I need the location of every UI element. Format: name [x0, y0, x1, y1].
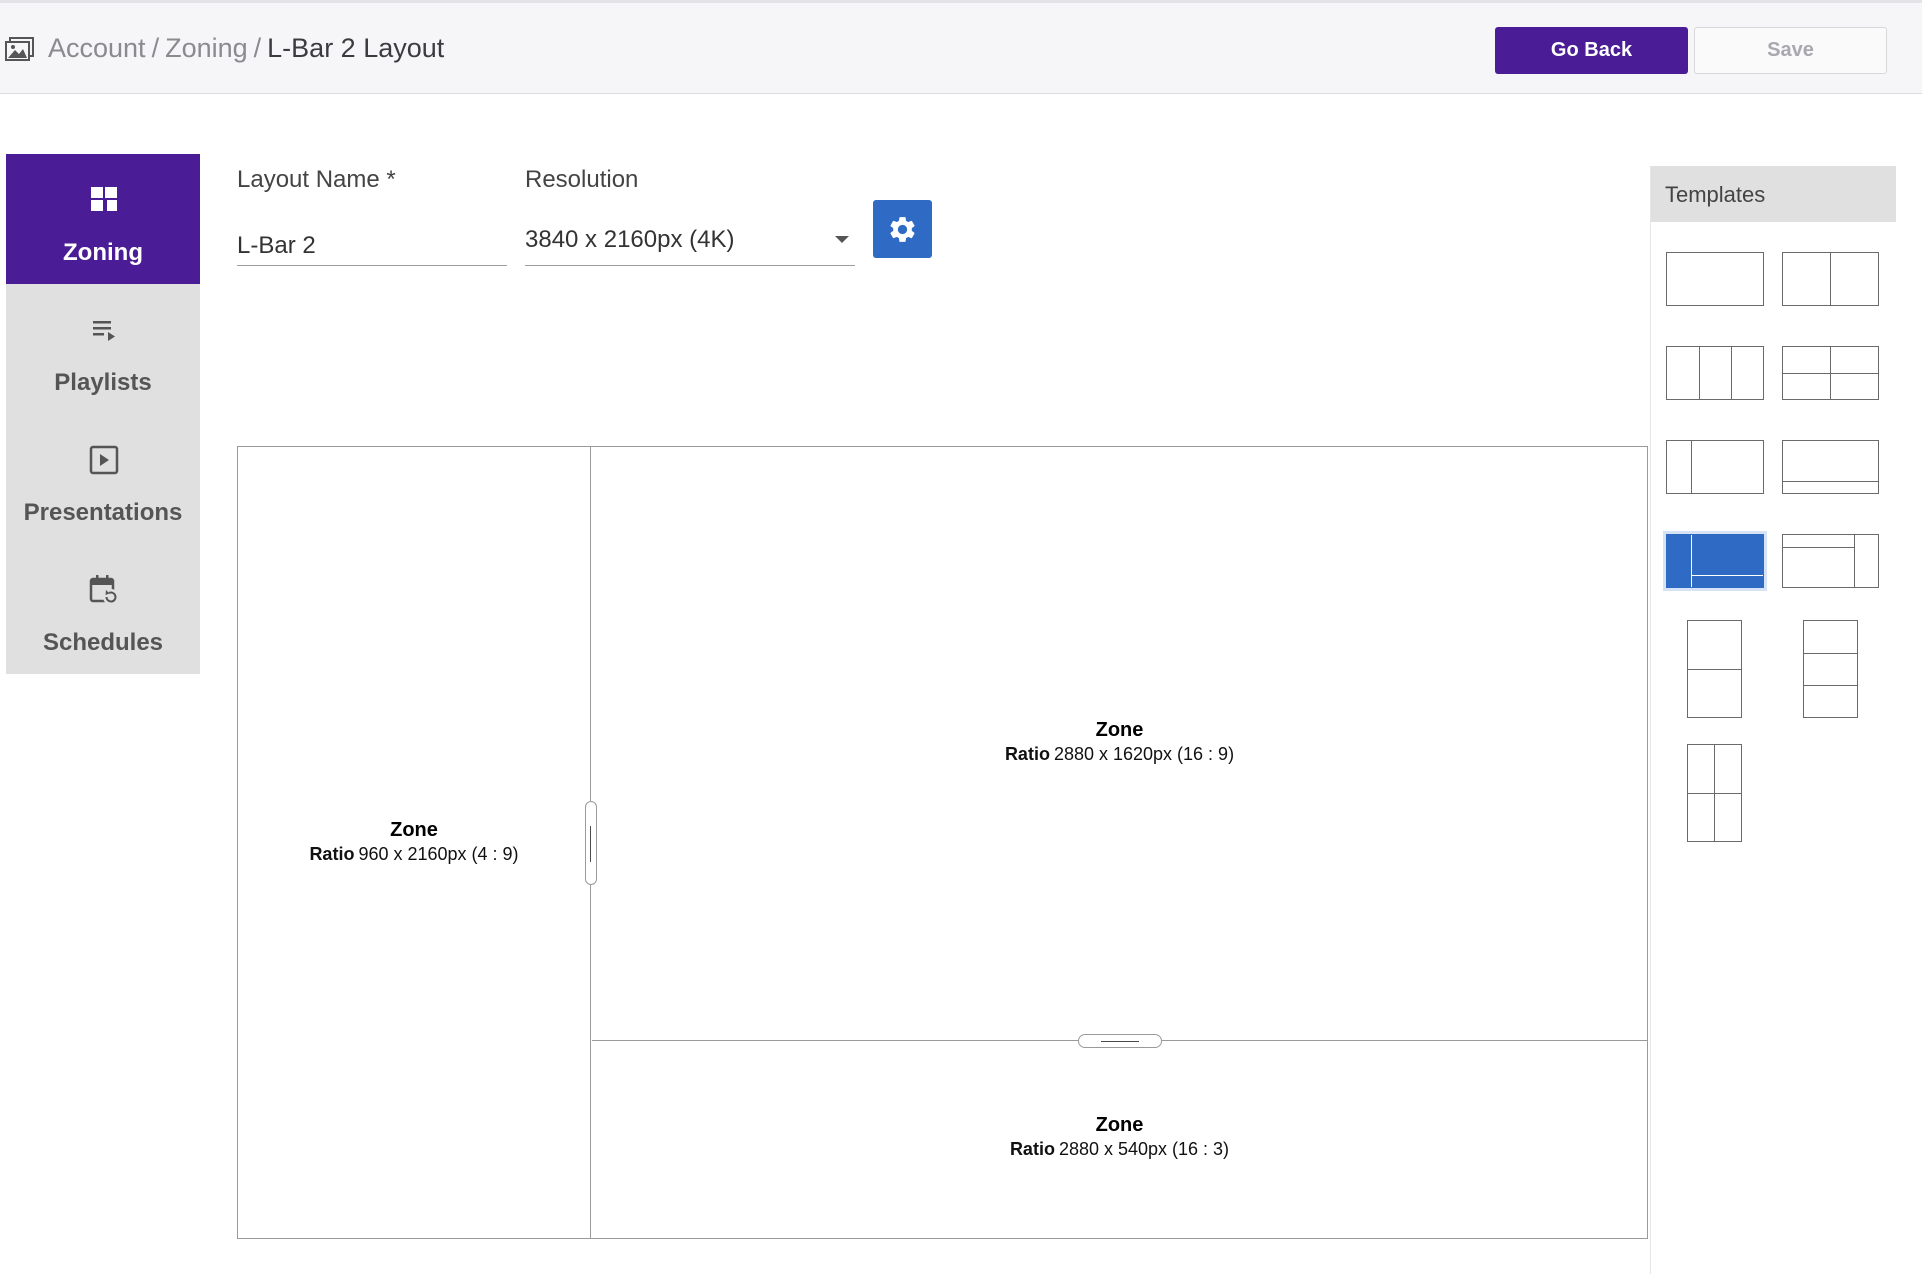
template-split-3-vertical[interactable] — [1666, 346, 1764, 400]
template-sidebar-left[interactable] — [1666, 440, 1764, 494]
vertical-resize-handle[interactable] — [585, 801, 597, 885]
save-button[interactable]: Save — [1694, 27, 1887, 74]
dashboard-icon — [91, 187, 117, 211]
zone-bottom[interactable]: Zone Ratio 2880 x 540px (16 : 3) — [592, 1042, 1647, 1238]
breadcrumb-current: L-Bar 2 Layout — [267, 33, 445, 63]
slideshow-icon — [89, 445, 119, 475]
chevron-down-icon — [835, 236, 849, 243]
nav-item-schedules[interactable]: Schedules — [6, 544, 200, 674]
template-footer-bar[interactable] — [1782, 440, 1879, 494]
nav-label: Zoning — [63, 239, 143, 266]
zone-ratio: Ratio 2880 x 1620px (16 : 9) — [592, 744, 1647, 765]
nav-label: Playlists — [54, 369, 152, 396]
templates-title: Templates — [1651, 166, 1896, 222]
zone-title: Zone — [390, 819, 438, 841]
top-bar: Account / Zoning / L-Bar 2 Layout Go Back Sa… — [0, 0, 1922, 94]
resolution-label: Resolution — [525, 166, 639, 193]
playlist-play-icon — [93, 321, 115, 341]
template-split-2-vertical[interactable] — [1782, 252, 1879, 306]
zone-left[interactable]: Zone Ratio 960 x 2160px (4 : 9) — [238, 447, 591, 1238]
nav-item-presentations[interactable]: Presentations — [6, 414, 200, 544]
zone-title: Zone — [1095, 1114, 1144, 1136]
resolution-select[interactable]: 3840 x 2160px (4K) — [525, 222, 855, 266]
ratio-value: 2880 x 540px (16 : 3) — [1058, 1139, 1230, 1159]
template-portrait-grid-2x2[interactable] — [1687, 744, 1742, 842]
go-back-button[interactable]: Go Back — [1495, 27, 1688, 74]
side-nav: Zoning Playlists Presentations Schedules — [6, 154, 200, 674]
ratio-value: 960 x 2160px (4 : 9) — [358, 844, 519, 864]
zone-ratio: Ratio 960 x 2160px (4 : 9) — [238, 844, 590, 865]
template-grid-2x2[interactable] — [1782, 346, 1879, 400]
nav-item-playlists[interactable]: Playlists — [6, 284, 200, 414]
template-portrait-split-3[interactable] — [1803, 620, 1858, 718]
ratio-value: 2880 x 1620px (16 : 9) — [1053, 744, 1235, 764]
resolution-value: 3840 x 2160px (4K) — [525, 226, 735, 253]
template-full[interactable] — [1666, 252, 1764, 306]
templates-panel: Templates — [1650, 166, 1896, 1274]
zone-title: Zone — [1095, 719, 1144, 741]
zone-ratio: Ratio 2880 x 540px (16 : 3) — [592, 1139, 1647, 1160]
breadcrumb-zoning[interactable]: Zoning — [165, 33, 248, 63]
gear-icon — [890, 217, 915, 242]
zone-top[interactable]: Zone Ratio 2880 x 1620px (16 : 9) — [592, 447, 1647, 1041]
template-portrait-split-2[interactable] — [1687, 620, 1742, 718]
zone-info: Zone Ratio 2880 x 1620px (16 : 9) — [592, 719, 1647, 765]
template-l-bar-left[interactable] — [1666, 534, 1764, 588]
resolution-settings-button[interactable] — [873, 200, 932, 258]
breadcrumb: Account / Zoning / L-Bar 2 Layout — [48, 33, 444, 64]
nav-label: Presentations — [23, 499, 183, 526]
layout-canvas: Zone Ratio 960 x 2160px (4 : 9) Zone Rati… — [237, 446, 1648, 1239]
zone-info: Zone Ratio 2880 x 540px (16 : 3) — [592, 1114, 1647, 1160]
nav-item-zoning[interactable]: Zoning — [6, 154, 200, 284]
images-icon — [5, 37, 34, 61]
layout-name-input[interactable] — [237, 222, 507, 266]
ratio-key: Ratio — [1004, 744, 1050, 764]
template-l-bar-right[interactable] — [1782, 534, 1879, 588]
breadcrumb-separator: / — [253, 33, 262, 63]
nav-label: Schedules — [42, 629, 164, 656]
breadcrumb-account[interactable]: Account — [48, 33, 146, 63]
zone-info: Zone Ratio 960 x 2160px (4 : 9) — [238, 819, 590, 865]
layout-name-label: Layout Name * — [237, 166, 396, 193]
breadcrumb-separator: / — [151, 33, 160, 63]
ratio-key: Ratio — [1009, 1139, 1055, 1159]
horizontal-resize-handle[interactable] — [1078, 1034, 1162, 1048]
ratio-key: Ratio — [309, 844, 355, 864]
calendar-refresh-icon — [89, 575, 119, 605]
